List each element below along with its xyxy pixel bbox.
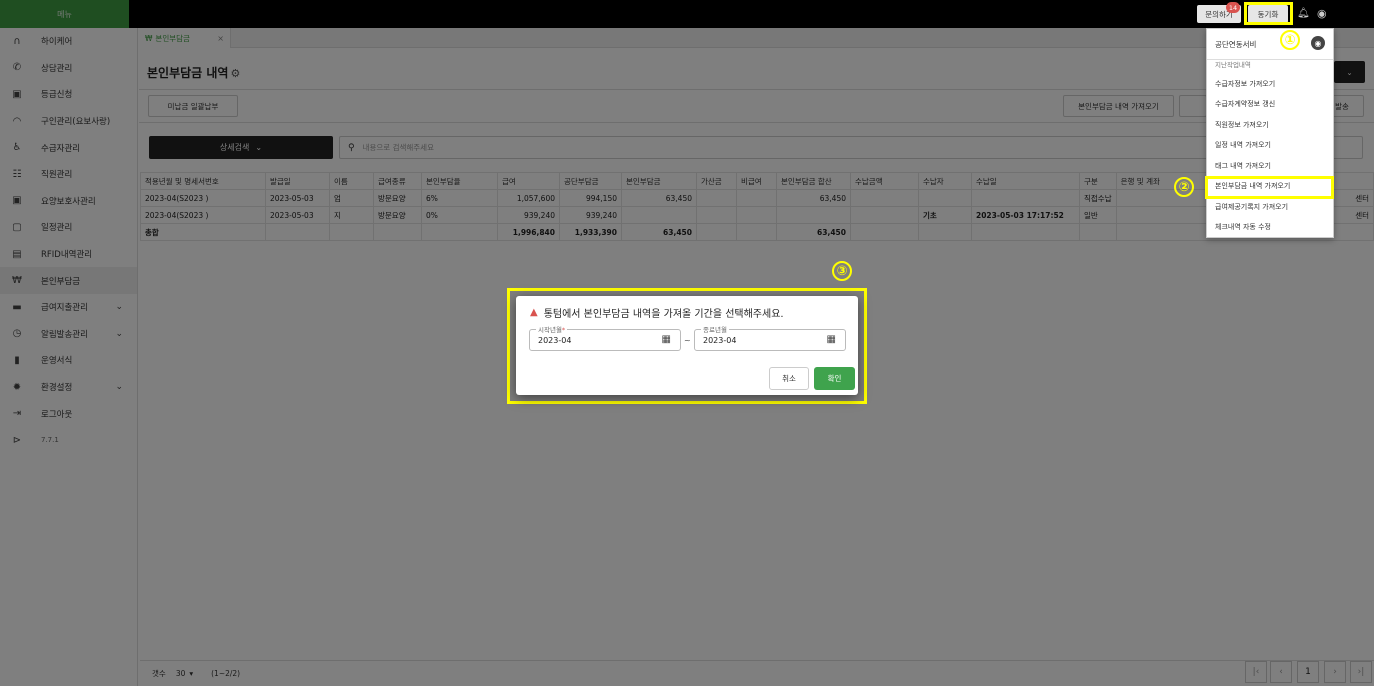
account-icon[interactable]: ◉: [1317, 7, 1327, 20]
calendar-icon[interactable]: ▦: [662, 334, 671, 345]
confirm-button[interactable]: 확인: [814, 367, 855, 390]
annotation-highlight-fetch: [1205, 176, 1334, 199]
start-month-label: 시작년월*: [536, 324, 568, 334]
period-select-dialog: ▲ 통텀에서 본인부담금 내역을 가져올 기간을 선택해주세요. 시작년월* 20…: [516, 296, 858, 395]
annotation-marker-1: ①: [1280, 30, 1300, 50]
menu-item-schedule[interactable]: 일정 내역 가져오기: [1207, 135, 1333, 155]
menu-item-check-fix[interactable]: 체크내역 자동 수정: [1207, 217, 1333, 237]
dialog-title: ▲ 통텀에서 본인부담금 내역을 가져올 기간을 선택해주세요.: [530, 305, 784, 320]
start-month-value: 2023-04: [538, 335, 572, 345]
menu-item-history[interactable]: 지난작업내역: [1207, 54, 1333, 74]
menu-item-staff-info[interactable]: 직원정보 가져오기: [1207, 115, 1333, 135]
end-month-field[interactable]: 종료년월 2023-04 ▦: [694, 324, 846, 351]
bell-icon[interactable]: 🔔︎: [1297, 8, 1310, 19]
notification-badge: 14: [1226, 2, 1240, 13]
end-month-label: 종료년월: [701, 324, 729, 334]
menu-item-care-record[interactable]: 급여제공기록지 가져오기: [1207, 197, 1333, 217]
menu-item-contract-update[interactable]: 수급자계약정보 갱신: [1207, 94, 1333, 114]
start-month-label-text: 시작년월: [538, 326, 562, 334]
cancel-button[interactable]: 취소: [769, 367, 809, 390]
warning-icon: ▲: [530, 307, 538, 318]
menu-item-tag[interactable]: 태그 내역 가져오기: [1207, 156, 1333, 176]
annotation-highlight-sync: [1244, 2, 1293, 25]
end-month-value: 2023-04: [703, 335, 737, 345]
sync-dropdown-menu: 공단연동서비 ◉ 지난작업내역 수급자정보 가져오기 수급자계약정보 갱신 직원…: [1206, 28, 1334, 238]
required-mark: *: [561, 326, 566, 334]
chat-icon[interactable]: ◉: [1311, 36, 1325, 50]
menu-item-recipient-info[interactable]: 수급자정보 가져오기: [1207, 74, 1333, 94]
annotation-marker-3: ③: [832, 261, 852, 281]
range-separator: ~: [684, 336, 691, 345]
dialog-title-text: 통텀에서 본인부담금 내역을 가져올 기간을 선택해주세요.: [543, 309, 784, 320]
annotation-marker-2: ②: [1174, 177, 1194, 197]
calendar-icon[interactable]: ▦: [827, 334, 836, 345]
start-month-field[interactable]: 시작년월* 2023-04 ▦: [529, 324, 681, 351]
